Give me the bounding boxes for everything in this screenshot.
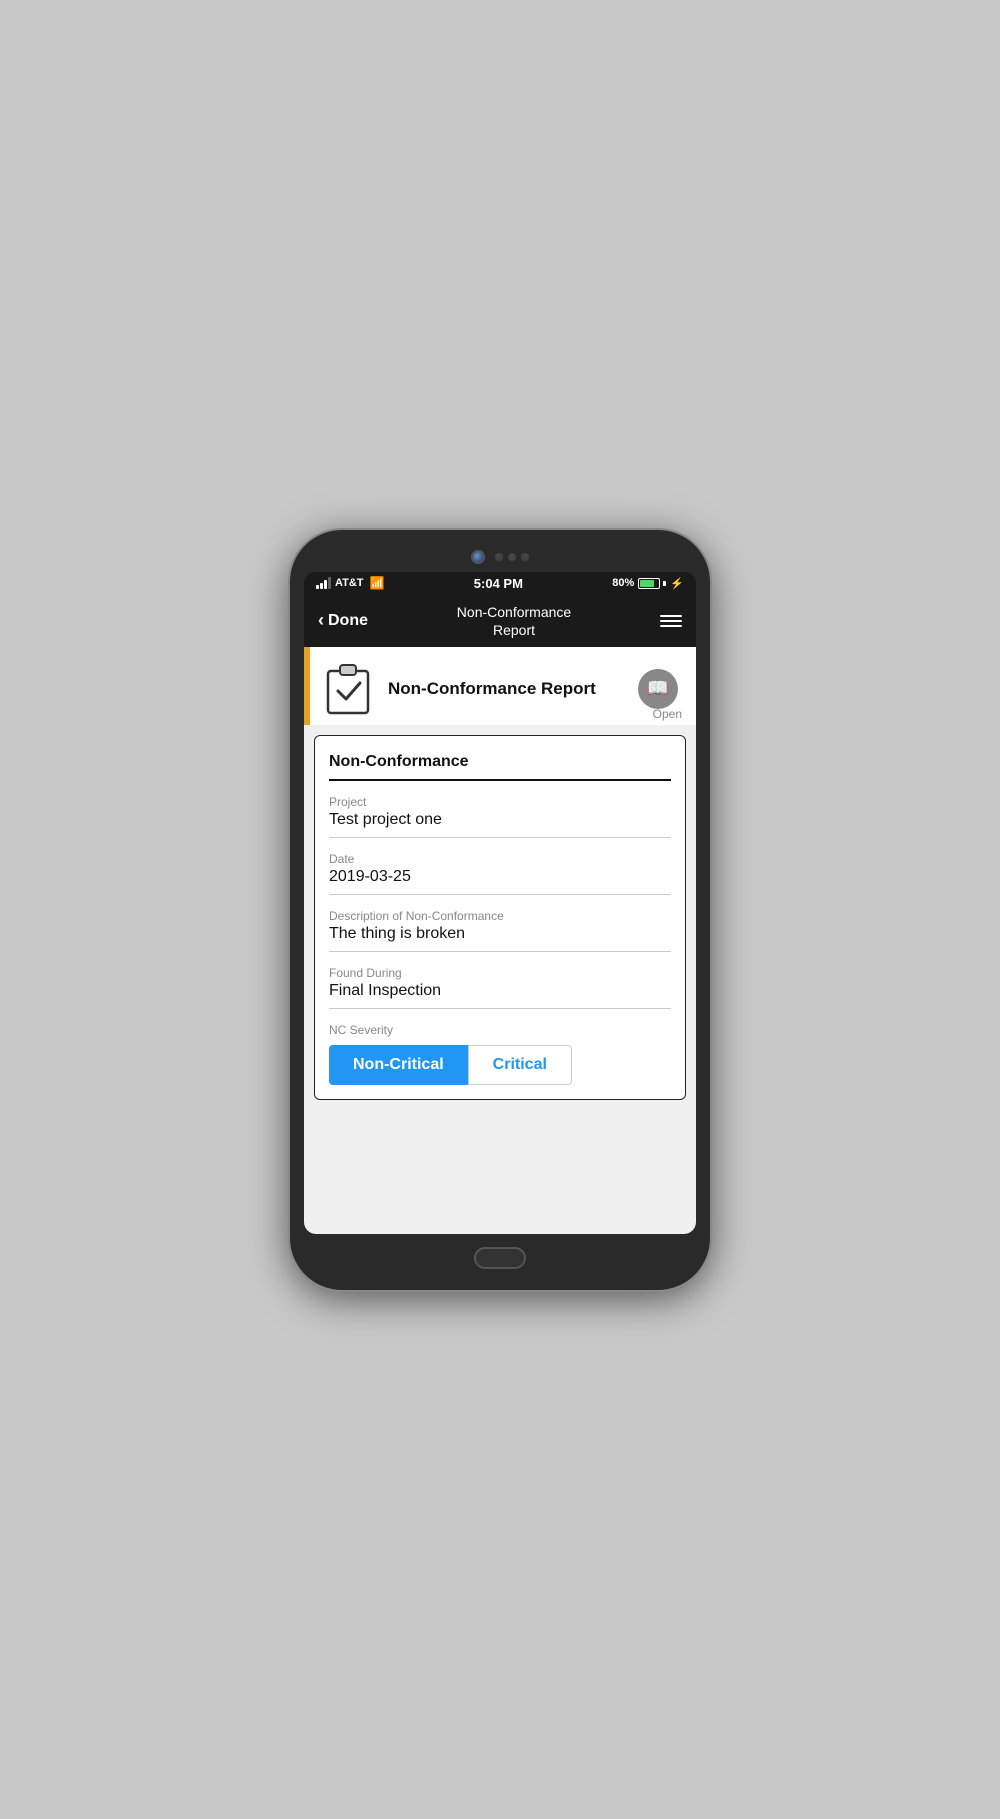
phone-bottom xyxy=(474,1240,526,1276)
status-left: AT&T 📶 xyxy=(316,576,384,590)
field-project-label: Project xyxy=(329,795,671,809)
white-bar xyxy=(329,748,369,751)
status-bar: AT&T 📶 5:04 PM 80% ⚡ xyxy=(304,572,696,595)
hamburger-menu-button[interactable] xyxy=(660,615,682,627)
status-right: 80% ⚡ xyxy=(612,577,684,590)
charging-icon: ⚡ xyxy=(670,577,684,590)
severity-non-critical-button[interactable]: Non-Critical xyxy=(329,1045,468,1085)
form-card: Non-Conformance Project Test project one… xyxy=(314,735,686,1100)
home-button[interactable] xyxy=(474,1247,526,1269)
back-done-label: Done xyxy=(328,612,368,630)
report-icon-box xyxy=(318,659,378,719)
severity-section: NC Severity Non-Critical Critical xyxy=(329,1023,671,1085)
report-title: Non-Conformance Report xyxy=(388,679,638,699)
carrier-label: AT&T xyxy=(335,577,364,589)
nav-title: Non-Conformance Report xyxy=(457,603,571,639)
severity-critical-button[interactable]: Critical xyxy=(468,1045,572,1085)
nav-title-line1: Non-Conformance xyxy=(457,603,571,621)
severity-buttons: Non-Critical Critical xyxy=(329,1045,671,1085)
severity-label: NC Severity xyxy=(329,1023,671,1037)
open-label: Open xyxy=(653,707,682,721)
back-chevron-icon: ‹ xyxy=(318,610,324,631)
field-project: Project Test project one xyxy=(329,795,671,838)
clipboard-icon xyxy=(324,663,372,715)
field-description: Description of Non-Conformance The thing… xyxy=(329,909,671,952)
field-description-label: Description of Non-Conformance xyxy=(329,909,671,923)
screen-content: Non-Conformance Report 📖 Open Non-Confor… xyxy=(304,647,696,1234)
section-title: Non-Conformance xyxy=(329,753,671,781)
nav-title-line2: Report xyxy=(457,621,571,639)
field-project-value[interactable]: Test project one xyxy=(329,811,671,838)
field-found-during: Found During Final Inspection xyxy=(329,966,671,1009)
book-icon-button[interactable]: 📖 xyxy=(638,669,678,709)
battery-indicator xyxy=(638,578,666,589)
speaker-dots xyxy=(495,553,529,561)
phone-screen: AT&T 📶 5:04 PM 80% ⚡ ‹ Done xyxy=(304,572,696,1234)
wifi-icon: 📶 xyxy=(370,576,385,590)
field-date-value[interactable]: 2019-03-25 xyxy=(329,868,671,895)
field-description-value[interactable]: The thing is broken xyxy=(329,925,671,952)
report-header: Non-Conformance Report 📖 Open xyxy=(304,647,696,725)
signal-bars xyxy=(316,577,331,589)
book-icon: 📖 xyxy=(647,678,669,699)
field-date: Date 2019-03-25 xyxy=(329,852,671,895)
phone-top-bar xyxy=(304,544,696,572)
status-time: 5:04 PM xyxy=(474,576,523,591)
field-found-during-value[interactable]: Final Inspection xyxy=(329,982,671,1009)
camera-dot xyxy=(471,550,485,564)
battery-pct-label: 80% xyxy=(612,577,634,589)
back-done-button[interactable]: ‹ Done xyxy=(318,610,368,631)
field-found-during-label: Found During xyxy=(329,966,671,980)
field-date-label: Date xyxy=(329,852,671,866)
nav-bar: ‹ Done Non-Conformance Report xyxy=(304,595,696,647)
phone-device: AT&T 📶 5:04 PM 80% ⚡ ‹ Done xyxy=(290,530,710,1290)
